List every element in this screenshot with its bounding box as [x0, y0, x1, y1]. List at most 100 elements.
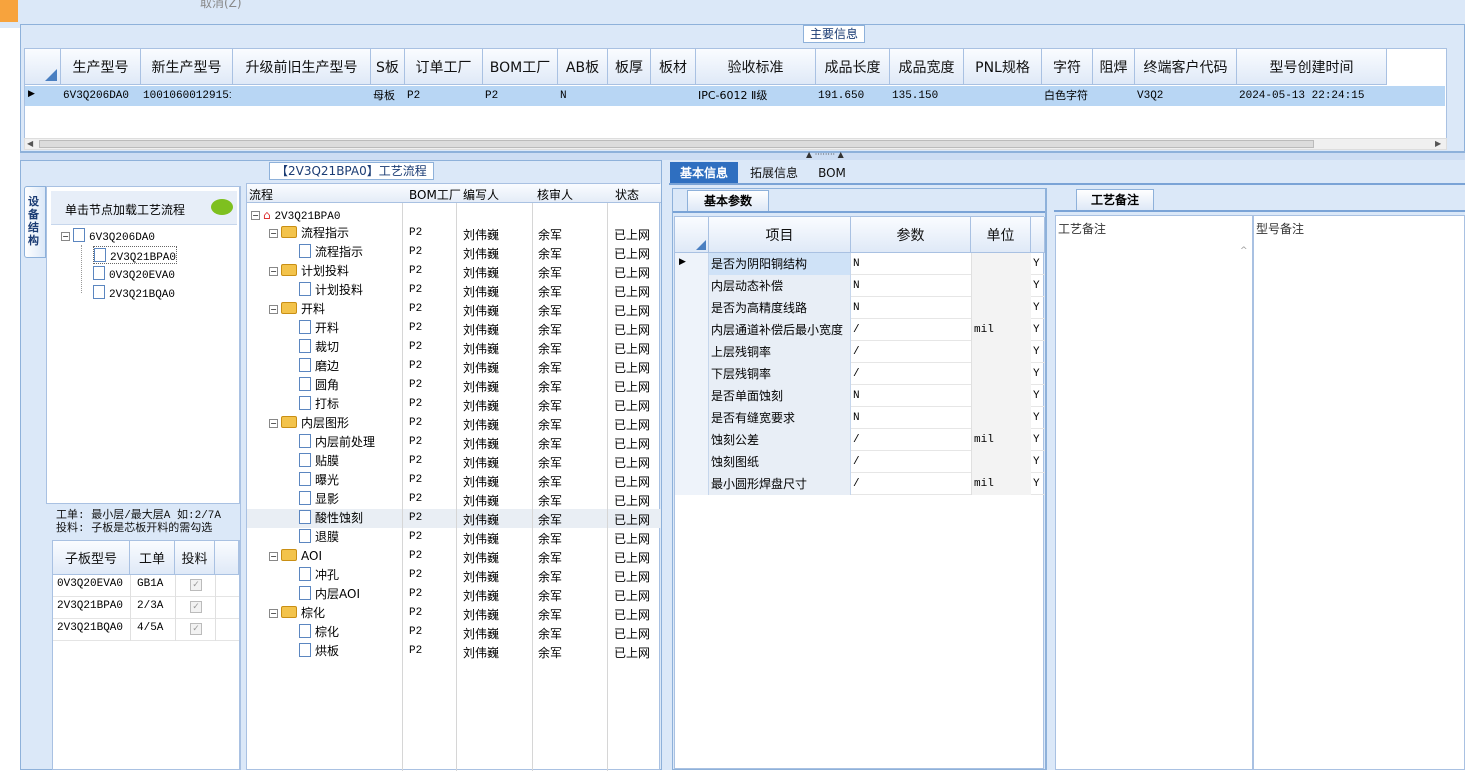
flow-node[interactable]: 曝光 — [299, 471, 339, 490]
scroll-up-icon[interactable]: ^ — [1240, 246, 1248, 256]
process-notes-area[interactable]: 工艺备注 ^ — [1055, 215, 1253, 770]
model-notes-area[interactable]: 型号备注 — [1253, 215, 1465, 770]
table-row[interactable]: 2V3Q21BQA0 4/5A ✓ — [53, 619, 239, 641]
param-value[interactable]: / — [853, 341, 969, 363]
flow-row[interactable]: 打标 P2 刘伟巍 余军 已上网 — [247, 395, 661, 414]
param-value[interactable]: N — [853, 407, 969, 429]
column-header[interactable]: 字符 — [1042, 49, 1093, 85]
column-header[interactable]: 状态 — [615, 186, 639, 203]
column-header[interactable]: AB板 — [558, 49, 608, 85]
flow-node[interactable]: 显影 — [299, 490, 339, 509]
param-row[interactable]: 是否单面蚀刻 N Y — [675, 385, 1045, 407]
splitter[interactable]: ▲ ········ ▲ — [20, 150, 1465, 160]
collapse-icon[interactable]: − — [269, 229, 278, 238]
feed-checkbox[interactable]: ✓ — [190, 601, 202, 613]
param-row[interactable]: 蚀刻公差 / mil Y — [675, 429, 1045, 451]
flow-row[interactable]: − 棕化 P2 刘伟巍 余军 已上网 — [247, 604, 661, 623]
flow-root-node[interactable]: − ⌂ 2V3Q21BPA0 — [251, 206, 340, 224]
param-value[interactable]: / — [853, 429, 969, 451]
table-row[interactable]: ▶ 6V3Q206DA0 10010600129151 母板 P2 P2 N IPC-601… — [25, 86, 1445, 106]
param-value[interactable]: N — [853, 275, 969, 297]
tab-basic-params[interactable]: 基本参数 — [687, 190, 769, 212]
collapse-icon[interactable]: − — [269, 267, 278, 276]
flow-node[interactable]: − 开料 — [269, 300, 325, 319]
flow-node[interactable]: 冲孔 — [299, 566, 339, 585]
flow-row[interactable]: − 开料 P2 刘伟巍 余军 已上网 — [247, 300, 661, 319]
param-row[interactable]: 是否为高精度线路 N Y — [675, 297, 1045, 319]
collapse-icon[interactable]: − — [269, 305, 278, 314]
column-header[interactable]: 生产型号 — [61, 49, 141, 85]
flow-row[interactable]: 内层前处理 P2 刘伟巍 余军 已上网 — [247, 433, 661, 452]
param-value[interactable]: / — [853, 473, 969, 495]
column-header[interactable]: 订单工厂 — [405, 49, 483, 85]
column-header[interactable]: BOM工厂 — [483, 49, 558, 85]
flow-node[interactable]: 退膜 — [299, 528, 339, 547]
tab-basic-info[interactable]: 基本信息 — [670, 162, 738, 184]
flow-node[interactable]: − AOI — [269, 547, 322, 566]
flow-node[interactable]: − 内层图形 — [269, 414, 349, 433]
param-row[interactable]: 下层残铜率 / Y — [675, 363, 1045, 385]
tab-bom[interactable]: BOM — [812, 162, 852, 184]
param-value[interactable]: N — [853, 253, 969, 275]
column-header[interactable]: 型号创建时间 — [1237, 49, 1387, 85]
collapse-icon[interactable]: − — [269, 419, 278, 428]
tree-node-root[interactable]: − 6V3Q206DA0 — [61, 227, 155, 245]
param-value[interactable]: / — [853, 363, 969, 385]
flow-node[interactable]: − 流程指示 — [269, 224, 349, 243]
param-value[interactable]: / — [853, 319, 969, 341]
scroll-thumb[interactable] — [39, 140, 1314, 148]
param-row[interactable]: 上层残铜率 / Y — [675, 341, 1045, 363]
tab-extended-info[interactable]: 拓展信息 — [740, 162, 808, 184]
tree-node-child[interactable]: 2V3Q21BPA0 — [93, 246, 178, 264]
flow-row[interactable]: 圆角 P2 刘伟巍 余军 已上网 — [247, 376, 661, 395]
cancel-button[interactable]: 取消(Z) — [200, 0, 242, 11]
flow-row[interactable]: − AOI P2 刘伟巍 余军 已上网 — [247, 547, 661, 566]
flow-row[interactable]: 开料 P2 刘伟巍 余军 已上网 — [247, 319, 661, 338]
column-header[interactable]: 验收标准 — [696, 49, 816, 85]
horizontal-scrollbar[interactable]: ◀ ▶ — [24, 138, 1447, 150]
column-header[interactable]: 流程 — [249, 186, 273, 203]
column-header[interactable]: 板材 — [651, 49, 696, 85]
column-header[interactable]: 子板型号 — [53, 541, 130, 575]
column-header[interactable]: BOM工厂 — [409, 186, 461, 203]
param-value[interactable]: N — [853, 385, 969, 407]
flow-row[interactable]: − 流程指示 P2 刘伟巍 余军 已上网 — [247, 224, 661, 243]
flow-row[interactable]: 冲孔 P2 刘伟巍 余军 已上网 — [247, 566, 661, 585]
column-header[interactable]: 板厚 — [608, 49, 651, 85]
flow-node[interactable]: 烘板 — [299, 642, 339, 661]
flow-node[interactable]: 裁切 — [299, 338, 339, 357]
feed-checkbox[interactable]: ✓ — [190, 623, 202, 635]
column-header[interactable]: 阻焊 — [1093, 49, 1135, 85]
param-row[interactable]: 蚀刻图纸 / Y — [675, 451, 1045, 473]
right-splitter[interactable] — [1046, 188, 1054, 770]
flow-row[interactable]: 贴膜 P2 刘伟巍 余军 已上网 — [247, 452, 661, 471]
flow-row[interactable]: − 计划投料 P2 刘伟巍 余军 已上网 — [247, 262, 661, 281]
flow-row[interactable]: 流程指示 P2 刘伟巍 余军 已上网 — [247, 243, 661, 262]
flow-node[interactable]: 磨边 — [299, 357, 339, 376]
column-header[interactable]: 单位 — [971, 217, 1031, 253]
flow-node[interactable]: 流程指示 — [299, 243, 363, 262]
flow-node[interactable]: − 棕化 — [269, 604, 325, 623]
flow-node[interactable]: 棕化 — [299, 623, 339, 642]
flow-row[interactable]: 裁切 P2 刘伟巍 余军 已上网 — [247, 338, 661, 357]
collapse-icon[interactable]: − — [269, 552, 278, 561]
middle-splitter[interactable] — [661, 160, 669, 770]
flow-row[interactable]: 酸性蚀刻 P2 刘伟巍 余军 已上网 — [247, 509, 661, 528]
column-header[interactable]: 新生产型号 — [141, 49, 233, 85]
flow-node[interactable]: 内层前处理 — [299, 433, 375, 452]
column-header[interactable]: 编写人 — [463, 186, 499, 203]
flow-node[interactable]: 酸性蚀刻 — [299, 509, 363, 528]
param-value[interactable]: N — [853, 297, 969, 319]
flow-row[interactable]: 退膜 P2 刘伟巍 余军 已上网 — [247, 528, 661, 547]
param-row[interactable]: 内层动态补偿 N Y — [675, 275, 1045, 297]
collapse-icon[interactable]: − — [61, 232, 70, 241]
flow-node[interactable]: 开料 — [299, 319, 339, 338]
param-row[interactable]: ▶ 是否为阴阳铜结构 N Y — [675, 253, 1045, 275]
column-header[interactable]: S板 — [371, 49, 405, 85]
param-row[interactable]: 内层通道补偿后最小宽度 / mil Y — [675, 319, 1045, 341]
flow-row[interactable]: 计划投料 P2 刘伟巍 余军 已上网 — [247, 281, 661, 300]
collapse-icon[interactable]: − — [251, 211, 260, 220]
flow-node[interactable]: 内层AOI — [299, 585, 360, 604]
column-header[interactable]: 成品宽度 — [890, 49, 964, 85]
param-value[interactable]: / — [853, 451, 969, 473]
